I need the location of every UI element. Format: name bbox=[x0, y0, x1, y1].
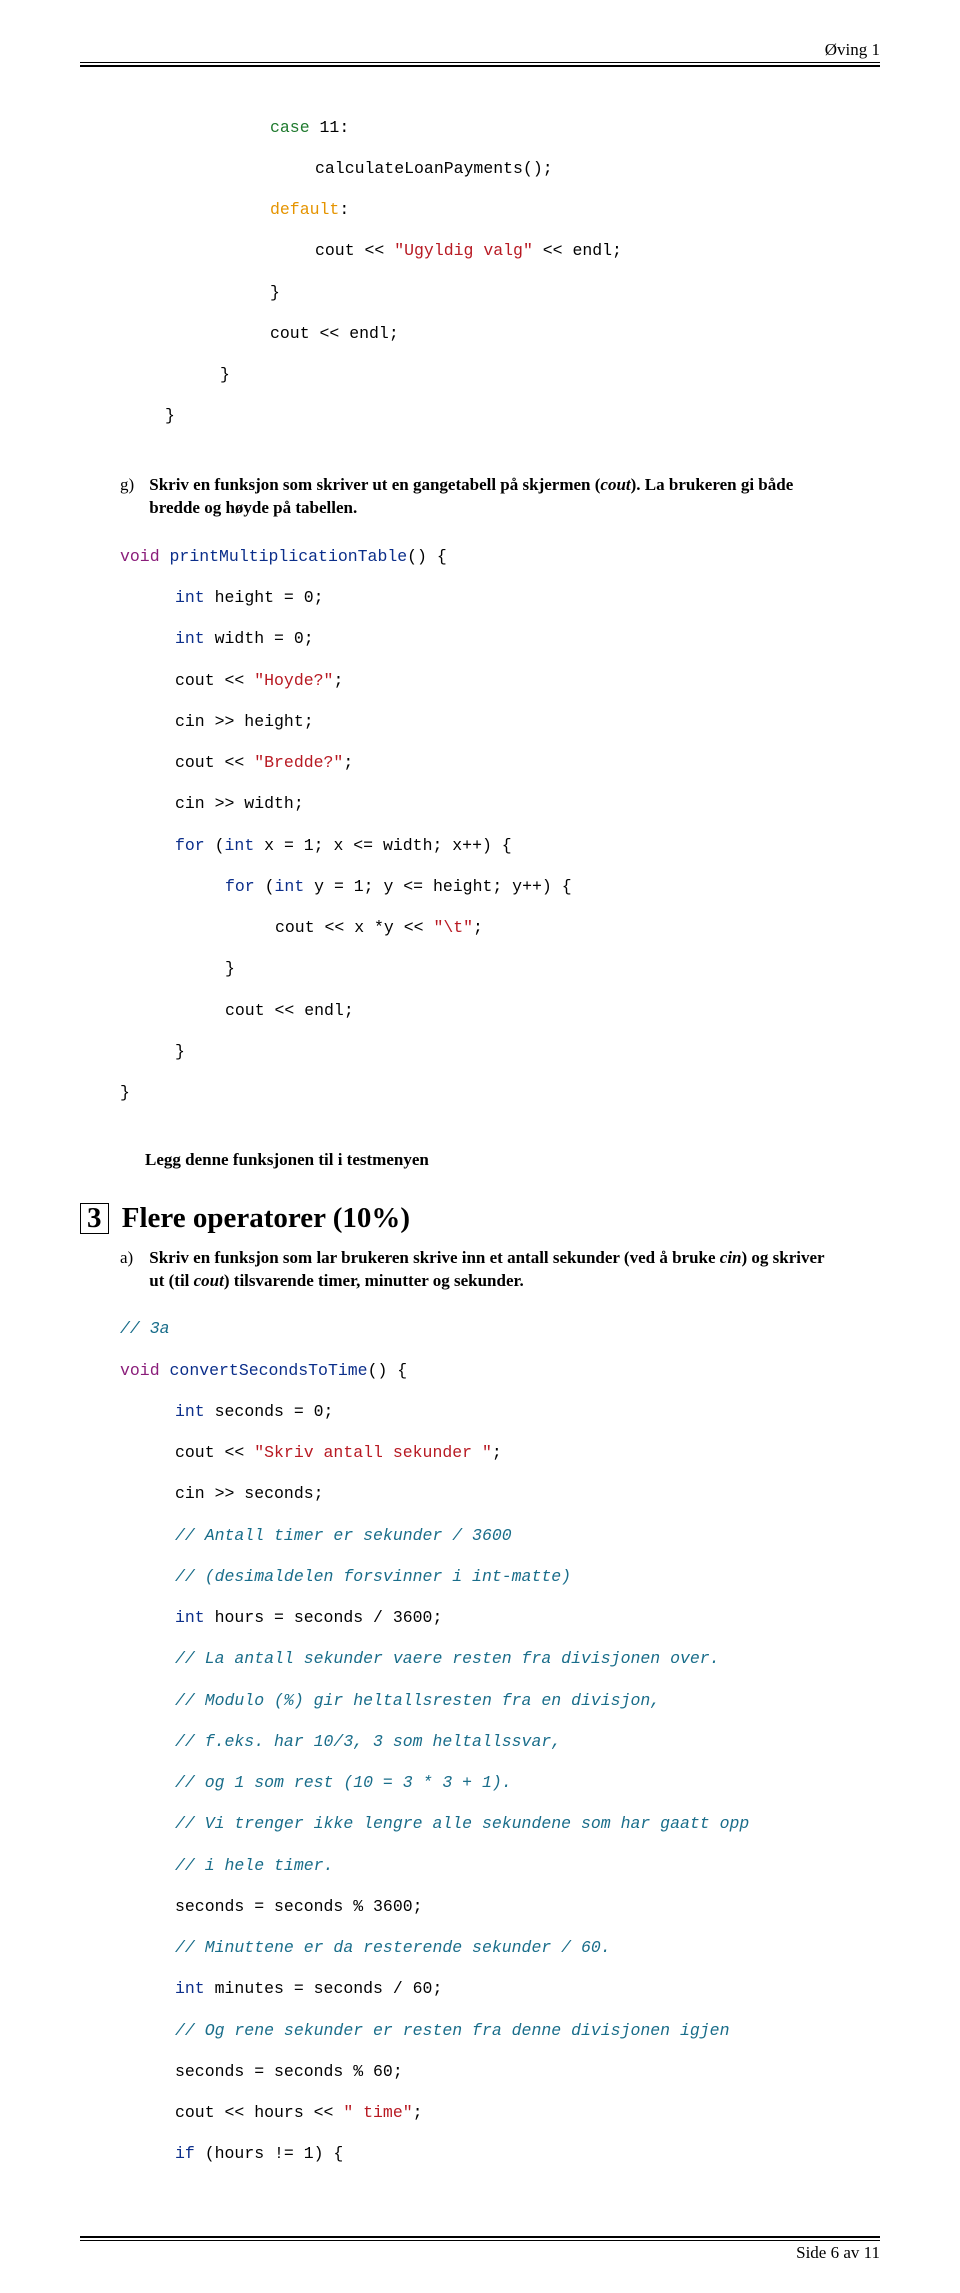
code-block-1: case 11: calculateLoanPayments(); defaul… bbox=[80, 97, 880, 468]
string-literal: "Bredde?" bbox=[254, 753, 343, 772]
kw-for: for bbox=[175, 836, 205, 855]
code-text: seconds = 0; bbox=[205, 1402, 334, 1421]
kw-int: int bbox=[175, 629, 205, 648]
code-text: () { bbox=[368, 1361, 408, 1380]
kw-int: int bbox=[175, 1608, 205, 1627]
comment: // Antall timer er sekunder / 3600 bbox=[175, 1526, 512, 1545]
kw-int: int bbox=[225, 836, 255, 855]
code-text: } bbox=[270, 283, 280, 302]
code-text: seconds = seconds % 3600; bbox=[175, 1897, 423, 1916]
comment: // 3a bbox=[120, 1319, 170, 1338]
kw-for: for bbox=[225, 877, 255, 896]
item-g-text1: Skriv en funksjon som skriver ut en gang… bbox=[149, 475, 600, 494]
kw-void: void bbox=[120, 547, 160, 566]
code-text: cout << bbox=[175, 1443, 254, 1462]
kw-int: int bbox=[175, 1979, 205, 1998]
comment: // og 1 som rest (10 = 3 * 3 + 1). bbox=[175, 1773, 512, 1792]
code-text: } bbox=[120, 1083, 130, 1102]
code-text: << endl; bbox=[533, 241, 622, 260]
code-text: cout << bbox=[315, 241, 394, 260]
code-text: cin >> seconds; bbox=[175, 1484, 324, 1503]
code-text: } bbox=[175, 1042, 185, 1061]
item-g: g) Skriv en funksjon som skriver ut en g… bbox=[80, 474, 880, 520]
code-text: seconds = seconds % 60; bbox=[175, 2062, 403, 2081]
string-literal: "Hoyde?" bbox=[254, 671, 333, 690]
post-code2-text: Legg denne funksjonen til i testmenyen bbox=[80, 1149, 880, 1172]
code-text: cout << bbox=[175, 753, 254, 772]
code-text: ; bbox=[333, 671, 343, 690]
item-a-em1: cin bbox=[720, 1248, 742, 1267]
code-block-3: // 3a void convertSecondsToTime() { int … bbox=[80, 1299, 880, 2207]
code-text: cout << x *y << bbox=[275, 918, 433, 937]
kw-int: int bbox=[175, 588, 205, 607]
comment: // Minuttene er da resterende sekunder /… bbox=[175, 1938, 611, 1957]
code-text: ; bbox=[413, 2103, 423, 2122]
comment: // Og rene sekunder er resten fra denne … bbox=[175, 2021, 730, 2040]
code-text: cin >> width; bbox=[175, 794, 304, 813]
code-text: } bbox=[165, 406, 175, 425]
item-a-em2: cout bbox=[194, 1271, 224, 1290]
section-title: 3 Flere operatorer (10%) bbox=[80, 1202, 880, 1235]
fn-name: convertSecondsToTime bbox=[170, 1361, 368, 1380]
comment: // f.eks. har 10/3, 3 som heltallssvar, bbox=[175, 1732, 561, 1751]
item-g-label: g) bbox=[120, 474, 145, 497]
code-text: x = 1; x <= width; x++) { bbox=[254, 836, 511, 855]
code-text: width = 0; bbox=[205, 629, 314, 648]
code-text: ; bbox=[492, 1443, 502, 1462]
code-text: ; bbox=[343, 753, 353, 772]
code-text: } bbox=[225, 959, 235, 978]
item-g-em1: cout bbox=[600, 475, 630, 494]
code-text: cin >> height; bbox=[175, 712, 314, 731]
code-text bbox=[160, 547, 170, 566]
comment: // La antall sekunder vaere resten fra d… bbox=[175, 1649, 720, 1668]
code-text: (hours != 1) { bbox=[195, 2144, 344, 2163]
code-block-2: void printMultiplicationTable() { int he… bbox=[80, 526, 880, 1145]
comment: // i hele timer. bbox=[175, 1856, 333, 1875]
item-a-label: a) bbox=[120, 1247, 145, 1270]
comment: // (desimaldelen forsvinner i int-matte) bbox=[175, 1567, 571, 1586]
code-text: cout << endl; bbox=[270, 324, 399, 343]
item-a-text3: ) tilsvarende timer, minutter og sekunde… bbox=[224, 1271, 524, 1290]
kw-if: if bbox=[175, 2144, 195, 2163]
code-text: () { bbox=[407, 547, 447, 566]
code-text: 11: bbox=[310, 118, 350, 137]
code-text: cout << endl; bbox=[225, 1001, 354, 1020]
code-text: y = 1; y <= height; y++) { bbox=[304, 877, 571, 896]
page-header-title: Øving 1 bbox=[80, 40, 880, 60]
comment: // Modulo (%) gir heltallsresten fra en … bbox=[175, 1691, 660, 1710]
string-literal: "\t" bbox=[433, 918, 473, 937]
code-text: hours = seconds / 3600; bbox=[205, 1608, 443, 1627]
code-text: minutes = seconds / 60; bbox=[205, 1979, 443, 1998]
kw-case: case bbox=[270, 118, 310, 137]
section-number-box: 3 bbox=[80, 1203, 109, 1234]
item-a-text1: Skriv en funksjon som lar brukeren skriv… bbox=[149, 1248, 720, 1267]
string-literal: " time" bbox=[343, 2103, 412, 2122]
section-title-text: Flere operatorer (10%) bbox=[122, 1202, 410, 1234]
code-text: ; bbox=[473, 918, 483, 937]
string-literal: "Ugyldig valg" bbox=[394, 241, 533, 260]
kw-int: int bbox=[275, 877, 305, 896]
footer-rule bbox=[80, 2236, 880, 2241]
code-text: calculateLoanPayments(); bbox=[315, 159, 553, 178]
fn-name: printMultiplicationTable bbox=[170, 547, 408, 566]
string-literal: "Skriv antall sekunder " bbox=[254, 1443, 492, 1462]
code-text bbox=[160, 1361, 170, 1380]
code-text: cout << hours << bbox=[175, 2103, 343, 2122]
kw-int: int bbox=[175, 1402, 205, 1421]
code-text: height = 0; bbox=[205, 588, 324, 607]
kw-default: default bbox=[270, 200, 339, 219]
code-text: ( bbox=[255, 877, 275, 896]
kw-void: void bbox=[120, 1361, 160, 1380]
comment: // Vi trenger ikke lengre alle sekundene… bbox=[175, 1814, 749, 1833]
code-text: : bbox=[339, 200, 349, 219]
code-text: } bbox=[220, 365, 230, 384]
code-text: cout << bbox=[175, 671, 254, 690]
item-a: a) Skriv en funksjon som lar brukeren sk… bbox=[80, 1247, 880, 1293]
header-rule bbox=[80, 62, 880, 67]
page-footer-text: Side 6 av 11 bbox=[80, 2243, 880, 2263]
code-text: ( bbox=[205, 836, 225, 855]
